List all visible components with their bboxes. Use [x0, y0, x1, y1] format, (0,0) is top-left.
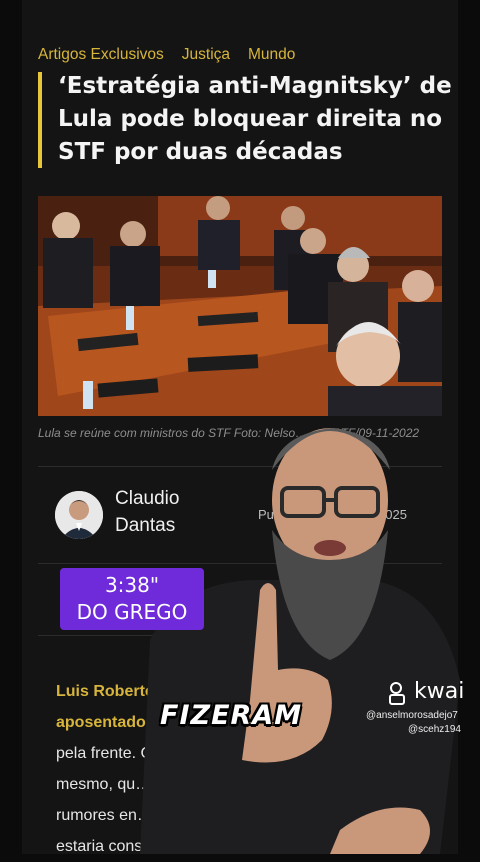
meeting-photo-illustration: [38, 196, 442, 416]
category-link-mundo[interactable]: Mundo: [248, 46, 295, 64]
kwai-handle-1: @anselmorosadejo7: [366, 710, 458, 721]
author-card: Claudio Dantas Pu 2025: [38, 466, 442, 564]
body-line-4: mesmo, qu…: [56, 776, 152, 793]
title-accent-bar: [38, 72, 42, 168]
published-label: Pu: [258, 507, 274, 522]
article-photo: [38, 196, 442, 416]
comments-count[interactable]: ios: [386, 588, 403, 603]
kwai-logo-text: kwai: [414, 679, 465, 704]
body-line-6: estaria cons… …ndo: [56, 838, 206, 855]
avatar-portrait: [55, 491, 103, 539]
kwai-icon: [389, 682, 405, 705]
author-avatar[interactable]: [55, 491, 103, 539]
timer-label: DO GREGO: [76, 600, 188, 624]
video-subtitle: FIZERAM: [160, 700, 303, 731]
body-line-5: rumores en…: [56, 807, 153, 824]
timer-value: 3:38": [104, 573, 160, 597]
photo-caption: Lula se reúne com ministros do STF Foto:…: [38, 426, 420, 440]
category-link-justica[interactable]: Justiça: [182, 46, 230, 64]
category-links: Artigos Exclusivos Justiça Mundo: [38, 46, 295, 64]
kwai-handle-2: @scehz194: [408, 724, 461, 735]
published-year: 2025: [378, 507, 407, 522]
timer-badge: 3:38" DO GREGO: [60, 568, 204, 630]
kwai-watermark: kwai @anselmorosadejo7 @scehz194: [366, 679, 478, 742]
author-name[interactable]: Claudio Dantas: [115, 485, 205, 539]
article-title: ‘Estratégia anti-Magnitsky’ de Lula pode…: [58, 73, 452, 165]
body-line-3: pela frente. C…: [56, 745, 169, 762]
category-link-artigos-exclusivos[interactable]: Artigos Exclusivos: [38, 46, 164, 64]
